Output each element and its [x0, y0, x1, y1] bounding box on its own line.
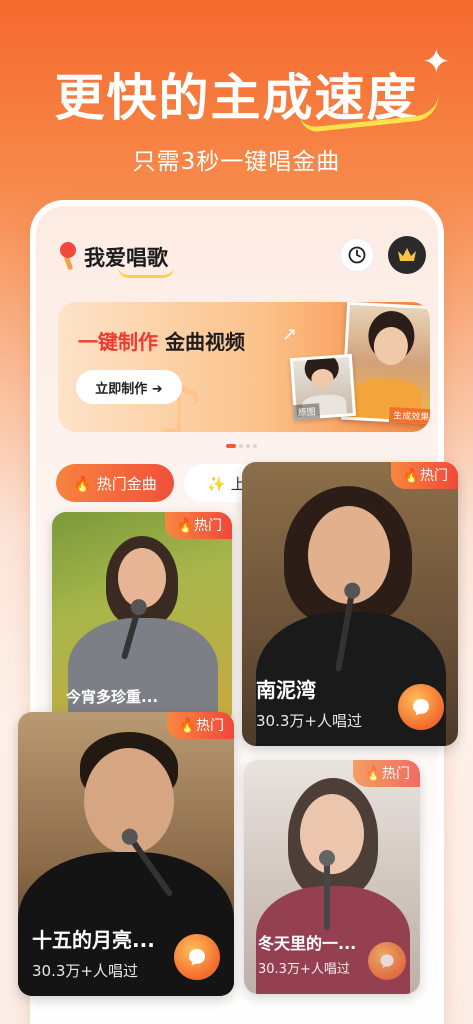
- play-count: 30.3万+人唱过: [32, 962, 138, 980]
- song-title: 十五的月亮...: [32, 928, 155, 952]
- original-photo-label: 原图: [293, 403, 321, 421]
- song-title: 冬天里的一...: [258, 934, 357, 953]
- hot-badge: 🔥热门: [164, 512, 232, 539]
- make-now-button[interactable]: 立即制作 ➜: [76, 370, 182, 404]
- sparkle-icon: ✦: [422, 42, 451, 82]
- app-title: 我爱唱歌: [84, 242, 174, 278]
- result-photo-label: 生成效果: [388, 407, 430, 425]
- hot-badge: 🔥热门: [352, 760, 420, 787]
- pagination-dot: [246, 444, 250, 448]
- microphone-logo-icon: [58, 242, 80, 272]
- song-card[interactable]: 🔥热门 冬天里的一... 30.3万+人唱过: [244, 760, 420, 994]
- curved-arrow-icon: ↗: [282, 324, 298, 345]
- hot-badge: 🔥热门: [390, 462, 458, 489]
- vip-button[interactable]: [388, 236, 426, 274]
- song-card[interactable]: 🔥热门 十五的月亮... 30.3万+人唱过: [18, 712, 234, 996]
- pagination-dot: [239, 444, 243, 448]
- song-title: 南泥湾: [256, 678, 316, 702]
- play-count: 30.3万+人唱过: [256, 712, 362, 730]
- chat-bubble-icon: [189, 949, 205, 966]
- song-card[interactable]: 🔥热门 今宵多珍重...: [52, 512, 232, 726]
- sing-button[interactable]: [398, 684, 444, 730]
- song-card[interactable]: 🔥热门 南泥湾 30.3万+人唱过: [242, 462, 458, 746]
- app-logo: 我爱唱歌: [58, 242, 174, 278]
- pagination-dot: [253, 444, 257, 448]
- chat-bubble-icon: [380, 954, 394, 968]
- promo-banner[interactable]: ♪ 一键制作 金曲视频 ↗ 立即制作 ➜ 生成效果 原图: [58, 302, 430, 432]
- sing-button[interactable]: [368, 942, 406, 980]
- sing-button[interactable]: [174, 934, 220, 980]
- pagination-dot: [226, 444, 236, 448]
- promo-subtitle: 只需3秒一键唱金曲: [132, 149, 341, 175]
- crown-icon: [398, 248, 416, 261]
- banner-title-accent: 一键制作: [78, 330, 158, 354]
- original-photo: 原图: [289, 353, 357, 421]
- chat-bubble-icon: [413, 699, 429, 716]
- hot-badge: 🔥热门: [166, 712, 234, 739]
- clock-icon: [348, 246, 366, 264]
- song-title: 今宵多珍重...: [66, 688, 159, 706]
- tab-hot-songs[interactable]: 🔥 热门金曲: [56, 464, 174, 502]
- history-button[interactable]: [340, 238, 374, 272]
- banner-pagination: [226, 444, 257, 448]
- banner-title: 一键制作 金曲视频: [78, 326, 245, 355]
- play-count: 30.3万+人唱过: [258, 962, 350, 977]
- banner-title-rest: 金曲视频: [158, 330, 245, 354]
